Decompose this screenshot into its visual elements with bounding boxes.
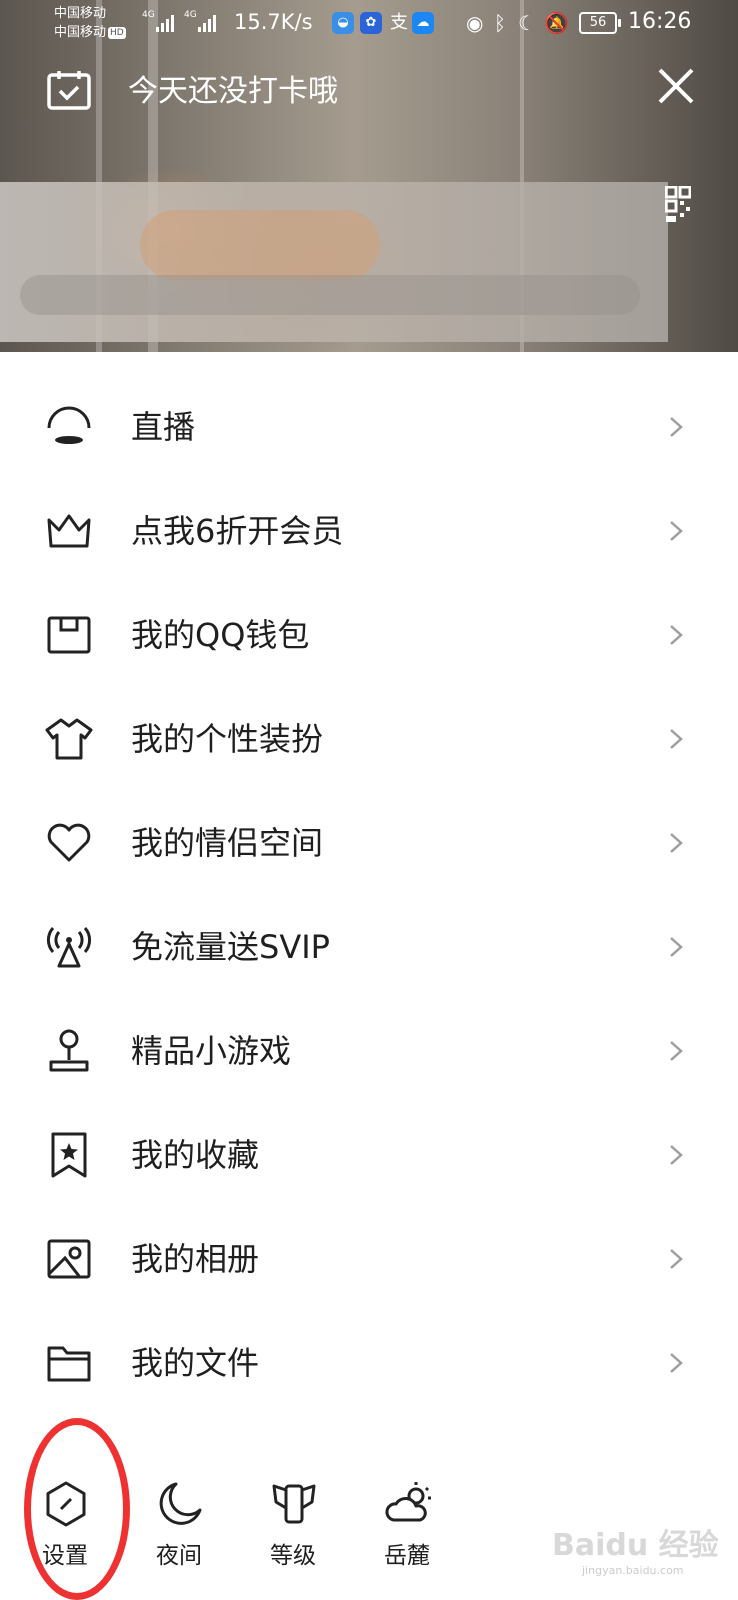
menu-item-label: 我的文件 bbox=[131, 1344, 260, 1382]
chevron-right-icon bbox=[670, 521, 683, 541]
close-icon[interactable] bbox=[654, 64, 698, 108]
menu-item-live[interactable]: 直播 bbox=[0, 375, 738, 479]
bluetooth-icon: ᛒ bbox=[494, 11, 506, 35]
baidu-app-icon: ✿ bbox=[360, 12, 382, 34]
browser-app-icon: ◒ bbox=[332, 12, 354, 34]
battery-level: 56 bbox=[589, 15, 607, 30]
chevron-right-icon bbox=[670, 1145, 683, 1165]
menu-item-label: 我的情侣空间 bbox=[131, 824, 324, 862]
crown-icon bbox=[47, 514, 91, 548]
menu-item-favorites[interactable]: 我的收藏 bbox=[0, 1103, 738, 1207]
chevron-right-icon bbox=[670, 1353, 683, 1373]
settings-button[interactable]: 设置 bbox=[20, 1470, 110, 1580]
joystick-icon bbox=[49, 1029, 89, 1072]
moon-icon bbox=[159, 1482, 202, 1525]
weather-label: 岳麓 bbox=[384, 1543, 430, 1569]
battery-icon: 56 bbox=[579, 12, 621, 34]
menu-item-label: 我的相册 bbox=[131, 1240, 260, 1278]
carrier-2: 中国移动 bbox=[54, 25, 107, 40]
signal-type-1: 4G bbox=[142, 10, 155, 20]
net-speed: 15.7K/s bbox=[234, 10, 313, 34]
bookmark-star-icon bbox=[51, 1132, 87, 1178]
menu-item-label: 点我6折开会员 bbox=[131, 512, 344, 550]
winged-badge-icon bbox=[272, 1484, 316, 1524]
chevron-right-icon bbox=[670, 937, 683, 957]
menu-item-label: 我的收藏 bbox=[131, 1136, 260, 1174]
level-button[interactable]: 等级 bbox=[248, 1470, 338, 1580]
checkin-prompt[interactable]: 今天还没打卡哦 bbox=[128, 70, 338, 114]
cloud-sun-icon bbox=[385, 1482, 431, 1522]
moon-icon: ☾ bbox=[518, 11, 536, 35]
menu-item-files[interactable]: 我的文件 bbox=[0, 1311, 738, 1415]
watermark-url: jingyan.baidu.com bbox=[582, 1564, 684, 1577]
chevron-right-icon bbox=[670, 417, 683, 437]
menu-item-wallet[interactable]: 我的QQ钱包 bbox=[0, 583, 738, 687]
qr-code-icon[interactable] bbox=[665, 186, 691, 224]
drawer-menu: 直播 点我6折开会员 我的QQ钱包 我的个性装扮 我的情侣空间 免流量送SVIP… bbox=[0, 375, 738, 1415]
chevron-right-icon bbox=[670, 729, 683, 749]
photo-album-icon bbox=[47, 1239, 91, 1279]
live-icon bbox=[47, 406, 91, 444]
profile-header: 中国移动 中国移动 HD 4G 4G 15.7K/s ◒ ✿ 支 ☁ ◉ ᛒ ☾ … bbox=[0, 0, 738, 352]
settings-label: 设置 bbox=[42, 1543, 88, 1569]
settings-hexagon-icon bbox=[46, 1481, 86, 1527]
calendar-check-icon[interactable] bbox=[47, 70, 91, 110]
menu-item-photo-album[interactable]: 我的相册 bbox=[0, 1207, 738, 1311]
weather-button[interactable]: 岳麓 bbox=[362, 1470, 452, 1580]
weather-app-icon: ☁ bbox=[412, 12, 434, 34]
clock: 16:26 bbox=[628, 9, 692, 34]
folder-icon bbox=[47, 1346, 91, 1382]
menu-item-vip-discount[interactable]: 点我6折开会员 bbox=[0, 479, 738, 583]
carrier-info: 中国移动 中国移动 HD bbox=[54, 4, 126, 42]
night-label: 夜间 bbox=[156, 1543, 202, 1569]
signal-type-2: 4G bbox=[184, 10, 197, 20]
menu-item-label: 直播 bbox=[131, 408, 196, 446]
hd-badge: HD bbox=[108, 26, 126, 39]
alipay-app-icon: 支 bbox=[390, 12, 408, 33]
profile-info-blurred bbox=[20, 275, 640, 315]
chevron-right-icon bbox=[670, 625, 683, 645]
bell-muted-icon: 🔕 bbox=[544, 11, 569, 35]
wallet-icon bbox=[47, 616, 91, 654]
baidu-watermark: Baidu 经验 jingyan.baidu.com bbox=[552, 1520, 719, 1577]
chevron-right-icon bbox=[670, 1249, 683, 1269]
profile-avatar-blurred bbox=[140, 210, 380, 280]
watermark-brand: Baidu 经验 bbox=[552, 1528, 719, 1563]
antenna-icon bbox=[46, 927, 92, 968]
menu-item-label: 精品小游戏 bbox=[131, 1032, 292, 1070]
menu-item-label: 我的QQ钱包 bbox=[131, 616, 310, 654]
menu-item-free-data-svip[interactable]: 免流量送SVIP bbox=[0, 895, 738, 999]
level-label: 等级 bbox=[270, 1543, 316, 1569]
heart-icon bbox=[47, 823, 91, 862]
chevron-right-icon bbox=[670, 1041, 683, 1061]
carrier-1: 中国移动 bbox=[54, 6, 107, 21]
menu-item-label: 我的个性装扮 bbox=[131, 720, 324, 758]
menu-item-couple-space[interactable]: 我的情侣空间 bbox=[0, 791, 738, 895]
status-bar: 中国移动 中国移动 HD 4G 4G 15.7K/s ◒ ✿ 支 ☁ ◉ ᛒ ☾ … bbox=[0, 0, 738, 48]
night-mode-button[interactable]: 夜间 bbox=[134, 1470, 224, 1580]
menu-item-personalize[interactable]: 我的个性装扮 bbox=[0, 687, 738, 791]
eye-icon: ◉ bbox=[466, 11, 484, 35]
signal-bars-2-icon bbox=[198, 14, 216, 32]
menu-item-label: 免流量送SVIP bbox=[131, 928, 330, 966]
menu-item-mini-games[interactable]: 精品小游戏 bbox=[0, 999, 738, 1103]
signal-bars-1-icon bbox=[156, 14, 174, 32]
chevron-right-icon bbox=[670, 833, 683, 853]
shirt-icon bbox=[45, 718, 93, 760]
